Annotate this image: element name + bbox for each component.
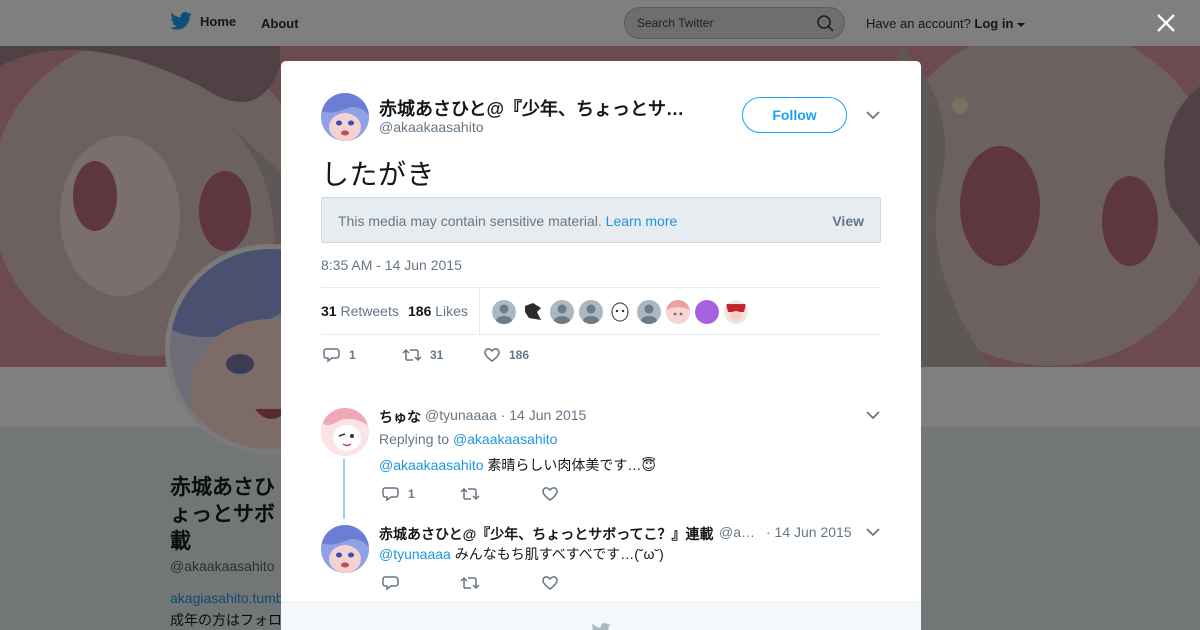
author-name[interactable]: 赤城あさひと@『少年、ちょっとサ… — [379, 95, 689, 121]
retweet-count: 31 — [430, 348, 444, 362]
search-placeholder: Search Twitter — [637, 16, 714, 30]
sensitive-text: This media may contain sensitive materia… — [338, 213, 602, 229]
retweet-action[interactable]: 31 — [402, 347, 443, 363]
liker-avatar[interactable] — [666, 300, 690, 324]
retweet-icon — [460, 487, 480, 501]
retweet-action[interactable] — [460, 575, 480, 591]
thread-connector — [343, 459, 345, 519]
like-count: 186 — [509, 348, 530, 362]
reply-count: 1 — [349, 348, 356, 362]
close-icon[interactable] — [1156, 13, 1176, 33]
profile-website-link[interactable]: akagiasahito.tumb — [170, 590, 284, 606]
reply-author-avatar[interactable] — [321, 525, 369, 573]
reply-body: みんなもち肌すべすべです…(˘ω˘) — [454, 546, 664, 562]
reply-meta: @tyunaaaa · 14 Jun 2015 — [425, 407, 586, 423]
stats-divider — [479, 288, 480, 334]
like-action[interactable] — [541, 575, 559, 591]
reply-avatar-art — [321, 525, 369, 573]
reply-icon — [382, 487, 399, 502]
reply-author-handle[interactable]: @tyunaaaa — [425, 407, 497, 423]
liker-avatar[interactable] — [521, 300, 545, 324]
reply-text: @akaakaasahito 素晴らしい肉体美です…😇 — [379, 455, 656, 475]
author-handle[interactable]: @akaakaasahito — [379, 119, 484, 135]
reply-text: @tyunaaaa みんなもち肌すべすべです…(˘ω˘) — [379, 544, 664, 564]
search-input[interactable]: Search Twitter — [624, 7, 845, 39]
login-prompt: Have an account? Log in — [866, 16, 1026, 31]
profile-handle: @akaakaasahito — [170, 558, 275, 574]
caret-down-icon[interactable] — [1017, 22, 1026, 28]
login-link[interactable]: Log in — [974, 16, 1013, 31]
reply-count: 1 — [408, 487, 415, 501]
have-account-text: Have an account? — [866, 16, 971, 31]
sensitive-message: This media may contain sensitive materia… — [338, 213, 677, 229]
follow-button[interactable]: Follow — [742, 97, 847, 133]
reply-author-handle[interactable]: @a… — [719, 524, 755, 540]
search-icon[interactable] — [817, 15, 834, 32]
liker-avatar[interactable] — [550, 300, 574, 324]
learn-more-link[interactable]: Learn more — [606, 213, 678, 229]
profile-bio: 成年の方はフォロ — [170, 612, 282, 628]
reply-date[interactable]: · 14 Jun 2015 — [766, 524, 852, 540]
nav-home[interactable]: Home — [170, 12, 236, 30]
nav-about[interactable]: About — [261, 16, 299, 31]
retweets-count: 31 — [321, 303, 337, 319]
liker-avatar[interactable] — [579, 300, 603, 324]
tweet-timestamp[interactable]: 8:35 AM - 14 Jun 2015 — [321, 257, 462, 273]
reply-icon — [382, 576, 399, 591]
likes-label: Likes — [435, 303, 468, 319]
reply-author-name[interactable]: ちゅな — [379, 407, 421, 427]
nav-home-label: Home — [200, 13, 237, 29]
reply-icon — [323, 348, 340, 363]
profile-name-line: 載 — [170, 530, 191, 553]
heart-icon — [542, 576, 558, 590]
profile-name-line: 赤城あさひ — [170, 476, 275, 499]
tweet-modal: 赤城あさひと@『少年、ちょっとサ… @akaakaasahito Follow … — [281, 61, 921, 630]
likes-stat[interactable]: 186 Likes — [408, 303, 468, 319]
reply-mention[interactable]: @akaakaasahito — [379, 457, 484, 473]
reply-avatar-art — [321, 408, 369, 456]
replying-to-label: Replying to — [379, 431, 450, 447]
retweet-action[interactable] — [460, 486, 480, 502]
chevron-down-icon[interactable] — [866, 111, 880, 120]
reply-action[interactable]: 1 — [323, 347, 356, 363]
retweet-icon — [460, 576, 480, 590]
profile-name-line: ょっとサボ — [170, 503, 275, 526]
reply-action[interactable]: 1 — [382, 486, 415, 502]
view-media-button[interactable]: View — [832, 213, 864, 229]
tweet-text: したがき — [321, 159, 436, 190]
liker-avatar[interactable] — [608, 300, 632, 324]
reply-body: 素晴らしい肉体美です…😇 — [487, 457, 657, 473]
twitter-bird-icon — [170, 12, 192, 30]
liker-avatar[interactable] — [637, 300, 661, 324]
heart-icon — [542, 487, 558, 501]
top-nav: Home About Search Twitter Have an accoun… — [0, 0, 1200, 46]
twitter-bird-icon — [592, 623, 611, 630]
reply-mention[interactable]: @tyunaaaa — [379, 546, 451, 562]
retweets-stat[interactable]: 31 Retweets — [321, 303, 399, 319]
reply-date[interactable]: · 14 Jun 2015 — [501, 407, 587, 423]
replying-to: Replying to @akaakaasahito — [379, 431, 557, 447]
like-action[interactable]: 186 — [483, 347, 529, 363]
retweets-label: Retweets — [340, 303, 399, 319]
like-action[interactable] — [541, 486, 559, 502]
retweet-icon — [402, 348, 422, 362]
author-avatar-art — [321, 93, 369, 141]
tweet-stats: 31 Retweets 186 Likes — [321, 287, 881, 335]
reply-author-name[interactable]: 赤城あさひと@『少年、ちょっとサボってこ？』連載 — [379, 524, 715, 544]
chevron-down-icon[interactable] — [866, 411, 880, 420]
reply-action[interactable] — [382, 575, 400, 591]
chevron-down-icon[interactable] — [866, 528, 880, 537]
likes-count: 186 — [408, 303, 432, 319]
profile-name: 赤城あさひ ょっとサボ 載 — [170, 474, 290, 555]
liker-avatar[interactable] — [724, 300, 748, 324]
heart-icon — [484, 348, 500, 362]
replying-to-link[interactable]: @akaakaasahito — [453, 431, 558, 447]
reply-author-avatar[interactable] — [321, 408, 369, 456]
sensitive-media-notice: This media may contain sensitive materia… — [321, 197, 881, 243]
author-avatar[interactable] — [321, 93, 369, 141]
liker-avatar[interactable] — [492, 300, 516, 324]
modal-footer — [281, 602, 921, 630]
liker-avatar[interactable] — [695, 300, 719, 324]
